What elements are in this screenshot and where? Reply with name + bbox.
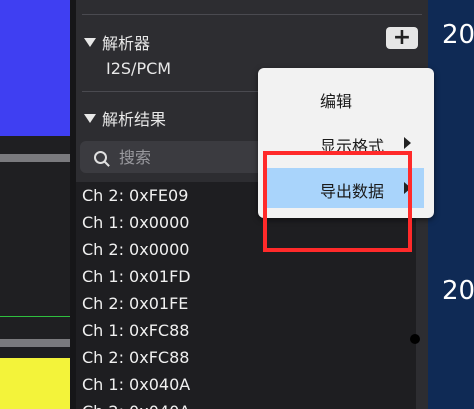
list-item[interactable]: Ch 1: 0x040A	[76, 371, 416, 398]
results-title: 解析结果	[102, 110, 167, 129]
list-item[interactable]: Ch 1: 0xFC88	[76, 317, 416, 344]
search-input[interactable]	[117, 146, 261, 168]
search-box[interactable]	[80, 141, 270, 173]
results-section-header[interactable]: 解析结果	[84, 106, 166, 130]
collapse-triangle-icon	[84, 37, 96, 47]
search-icon	[94, 150, 107, 164]
menu-item-label: 编辑	[320, 92, 353, 111]
channel-trace-blue	[0, 0, 70, 136]
right-view-area: 20 20	[428, 0, 474, 409]
highlight-box	[263, 151, 412, 252]
list-item[interactable]: Ch 1: 0x01FD	[76, 263, 416, 290]
channel-trace-yellow	[0, 358, 70, 409]
timestamp-label: 20	[442, 20, 474, 50]
analyzers-title: 解析器	[102, 34, 151, 53]
channel-trace-green	[0, 316, 70, 317]
timestamp-label: 20	[442, 276, 474, 306]
list-item[interactable]: Ch 2: 0x040A	[76, 398, 416, 409]
list-item[interactable]: Ch 2: 0x01FE	[76, 290, 416, 317]
scroll-indicator[interactable]	[410, 334, 420, 344]
analyzers-section-header[interactable]: 解析器	[84, 30, 150, 54]
list-item[interactable]: Ch 2: 0xFC88	[76, 344, 416, 371]
divider	[82, 14, 422, 15]
submenu-arrow-icon	[404, 137, 411, 149]
channel-separator-bar	[0, 154, 70, 162]
analyzer-item-name[interactable]: I2S/PCM	[106, 59, 171, 78]
collapse-triangle-icon	[84, 113, 96, 123]
channel-separator-bar	[0, 339, 70, 347]
menu-item-edit[interactable]: 编辑	[258, 78, 434, 118]
waveform-area	[0, 0, 70, 409]
add-analyzer-button[interactable]: +	[386, 27, 418, 49]
